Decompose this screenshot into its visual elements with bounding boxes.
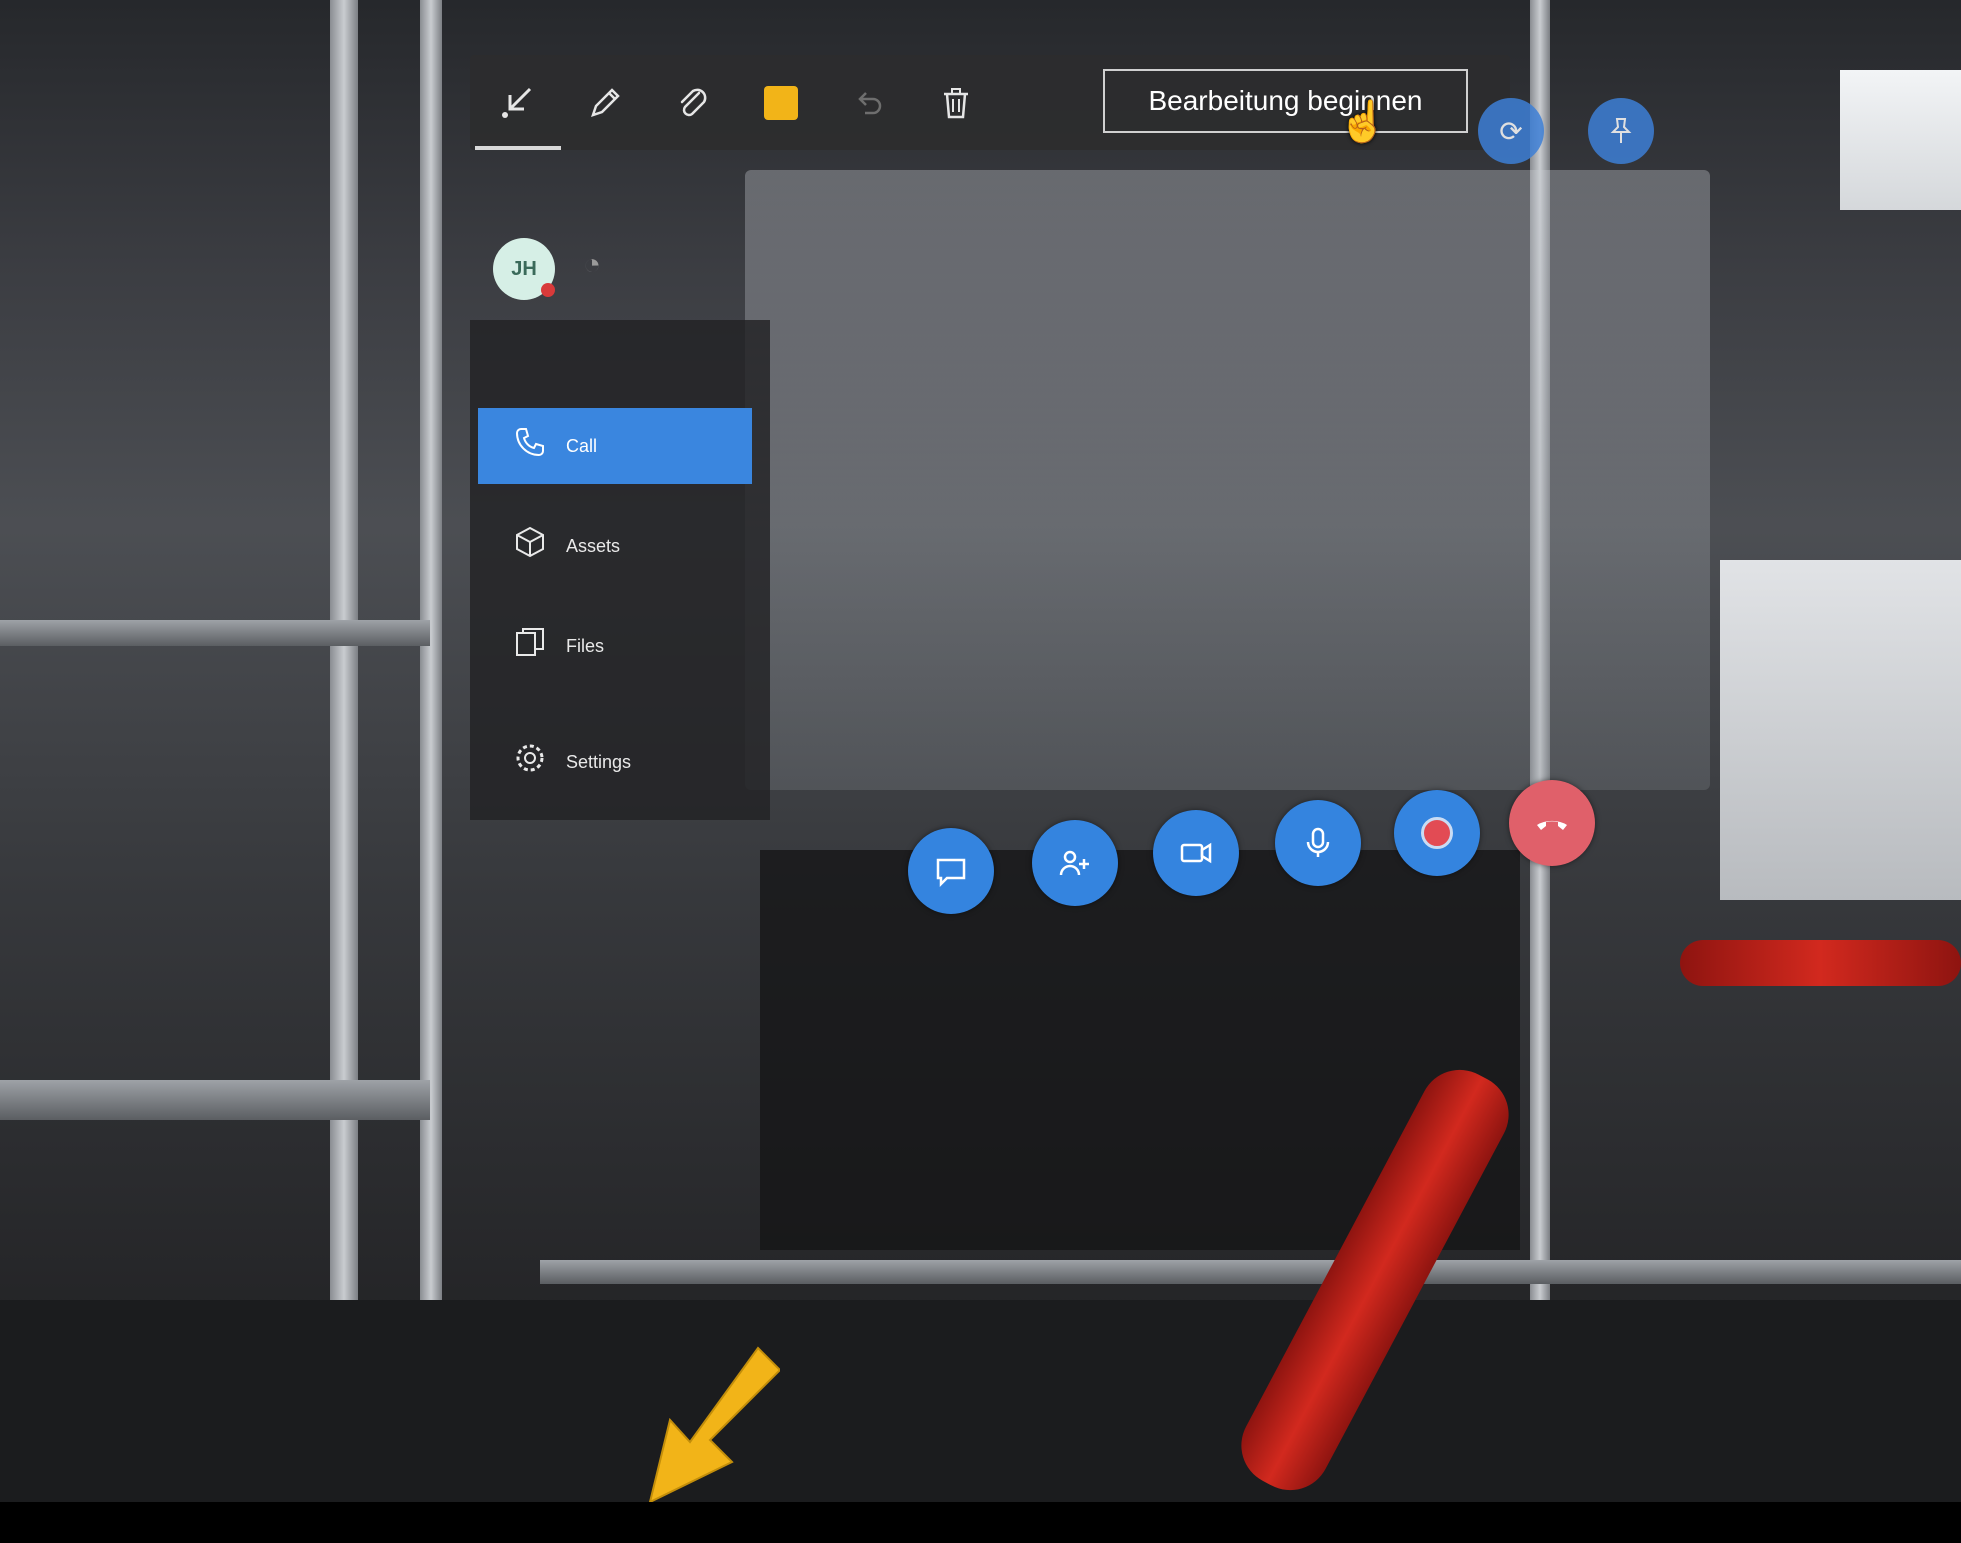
cube-icon [508,525,552,567]
connection-icon: ◔ [583,248,602,281]
record-button[interactable] [1394,790,1480,876]
participants-button[interactable] [1032,820,1118,906]
pen-tool-button[interactable] [562,55,648,150]
red-hose [1680,940,1961,986]
lab-cabinet [1720,560,1961,900]
rack-pole [330,0,358,1502]
bench-shadow [0,1300,1961,1502]
participants-icon [1059,850,1089,876]
follow-icon: ⟳ [1499,115,1523,147]
record-icon [1421,817,1453,849]
phone-icon [508,425,552,467]
undo-icon [858,91,882,114]
remote-video [745,170,1710,790]
microphone-icon [1306,827,1330,857]
status-dot [541,283,555,297]
video-camera-icon [1180,842,1212,864]
files-icon [508,625,552,667]
nav-item-assets[interactable]: Assets [478,508,752,584]
shelf [0,1080,430,1120]
shelf [0,620,430,646]
nav-item-call[interactable]: Call [478,408,752,484]
attach-tool-button[interactable] [650,55,736,150]
pin-button[interactable] [1588,98,1654,164]
follow-button[interactable]: ⟳ [1478,98,1544,164]
color-tool-button[interactable] [738,55,824,150]
start-editing-button[interactable]: Bearbeitung beginnen [1103,69,1468,133]
nav-item-label: Settings [566,751,632,772]
remote-person-coat [985,510,1525,790]
lab-window [1840,70,1961,210]
pencil-icon [591,87,620,117]
annotation-arrow [648,1346,780,1504]
hang-up-button[interactable] [1509,780,1595,866]
hang-up-icon [1537,820,1567,830]
microphone-button[interactable] [1275,800,1361,886]
glasses-left [1235,380,1315,430]
avatar-initials: JH [511,257,537,280]
delete-tool-button[interactable] [913,55,999,150]
pin-icon [1610,118,1632,143]
letterbox-bar [0,1502,1961,1543]
nav-item-label: Call [566,435,598,456]
nav-item-label: Assets [566,535,621,556]
bench [540,1260,1961,1284]
paperclip-icon [680,88,707,116]
trash-icon [944,87,968,118]
arrow-down-left-icon [502,87,532,118]
color-swatch-icon [764,85,798,120]
camera-button[interactable] [1153,810,1239,896]
video-panel [745,170,1710,790]
arrow-tool-button[interactable] [475,55,561,150]
remote-person-mask [1235,425,1425,550]
chat-button[interactable] [908,828,994,914]
undo-tool-button[interactable] [826,55,912,150]
nav-item-settings[interactable]: Settings [478,724,752,800]
chat-icon [936,858,966,888]
gear-icon [508,741,552,783]
nav-item-files[interactable]: Files [478,608,752,684]
hand-cursor-icon: ☝ [1338,100,1388,144]
glasses-right [1330,380,1410,430]
nav-item-label: Files [566,635,605,656]
rack-pole [420,0,442,1502]
